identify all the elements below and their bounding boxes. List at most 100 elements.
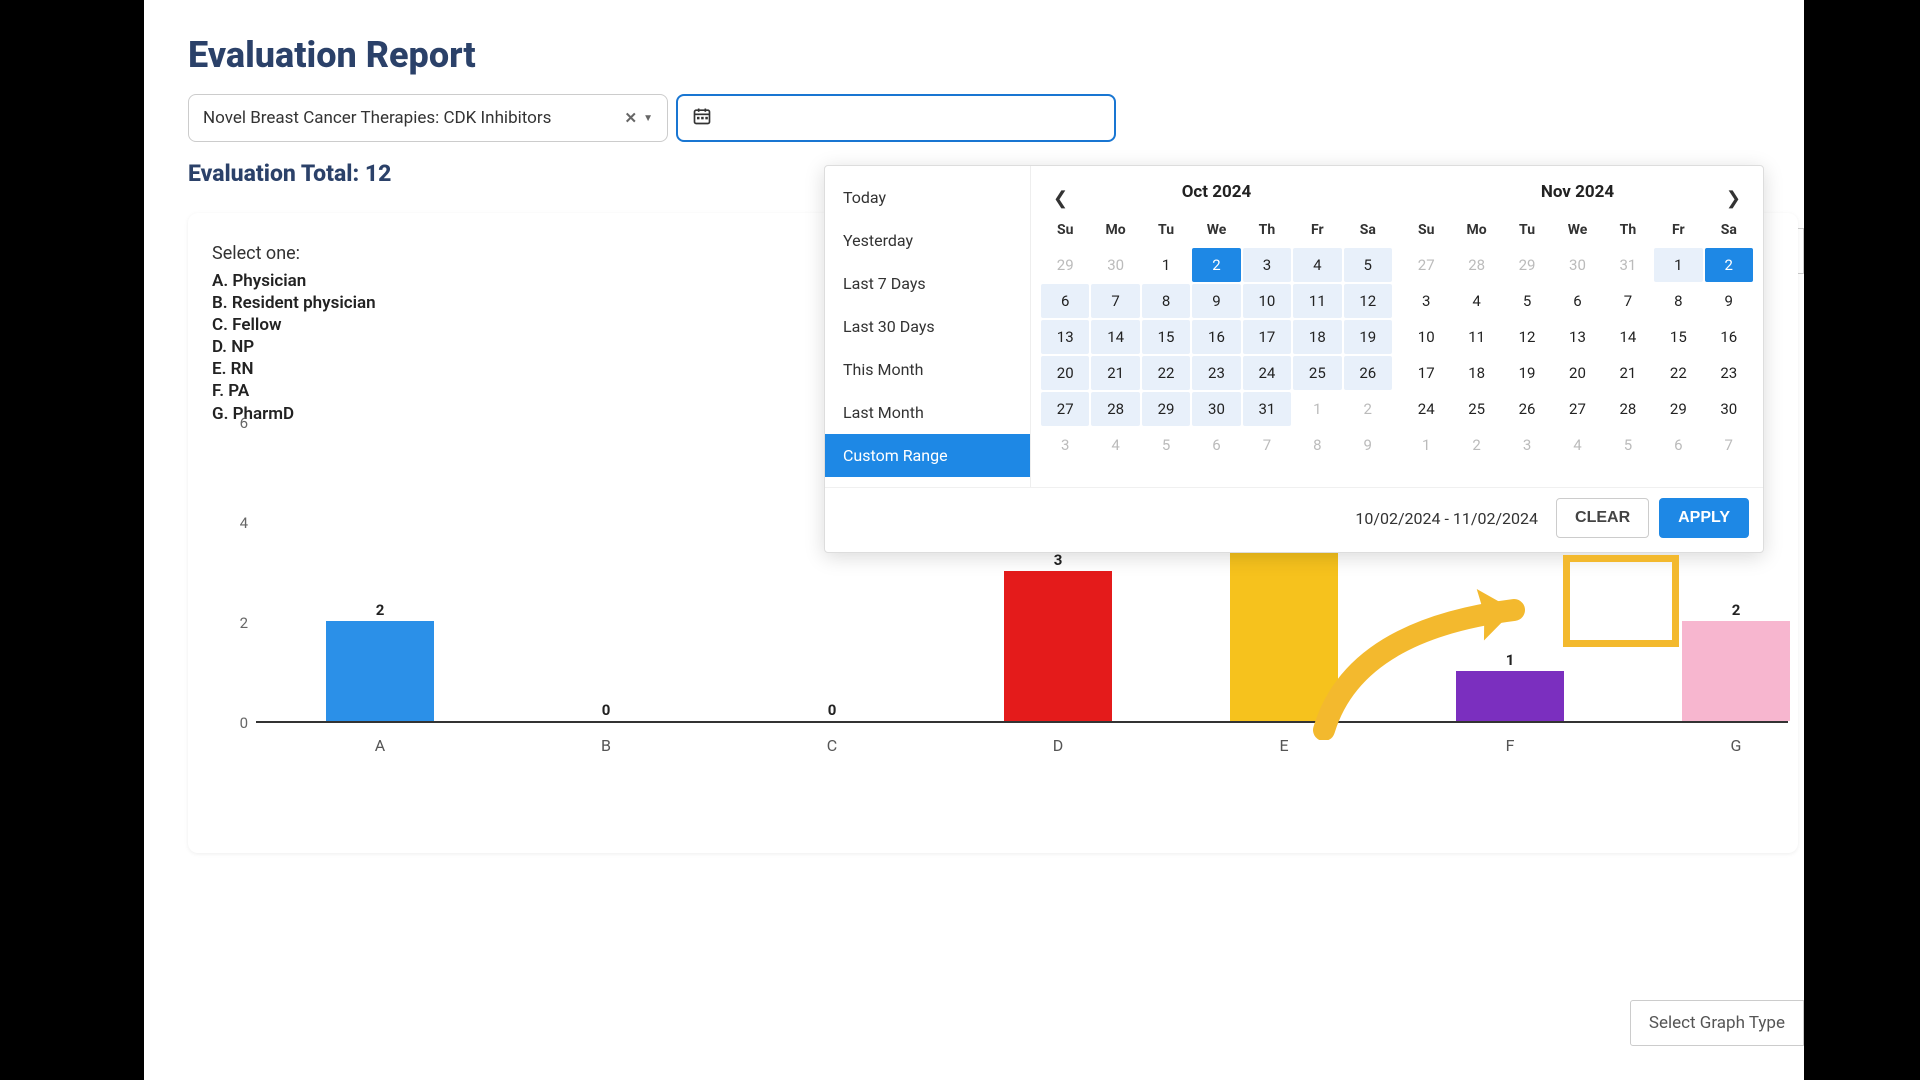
calendar-day[interactable]: 3 xyxy=(1402,284,1450,318)
calendar-day: 29 xyxy=(1503,248,1551,282)
calendar-day[interactable]: 2 xyxy=(1705,248,1753,282)
calendar-day[interactable]: 4 xyxy=(1452,284,1500,318)
calendar-day[interactable]: 13 xyxy=(1041,320,1089,354)
calendar-day[interactable]: 2 xyxy=(1192,248,1240,282)
calendar-day[interactable]: 11 xyxy=(1293,284,1341,318)
calendar-day[interactable]: 7 xyxy=(1091,284,1139,318)
calendar-day: 7 xyxy=(1243,428,1291,462)
calendar-day[interactable]: 28 xyxy=(1091,392,1139,426)
calendar-day[interactable]: 25 xyxy=(1452,392,1500,426)
topic-dropdown[interactable]: Novel Breast Cancer Therapies: CDK Inhib… xyxy=(188,94,668,142)
calendar-day: 6 xyxy=(1654,428,1702,462)
calendar-day[interactable]: 22 xyxy=(1142,356,1190,390)
calendar-day[interactable]: 27 xyxy=(1553,392,1601,426)
calendar-day[interactable]: 16 xyxy=(1705,320,1753,354)
clear-topic-icon[interactable]: ✕ xyxy=(625,109,638,127)
calendar-day[interactable]: 7 xyxy=(1604,284,1652,318)
bar-group: 0B xyxy=(552,701,660,721)
next-month-icon[interactable]: ❯ xyxy=(1718,184,1749,213)
calendar-day[interactable]: 11 xyxy=(1452,320,1500,354)
calendar-day[interactable]: 30 xyxy=(1705,392,1753,426)
bar-category: A xyxy=(326,736,434,755)
bar-category: D xyxy=(1004,736,1112,755)
date-presets: TodayYesterdayLast 7 DaysLast 30 DaysThi… xyxy=(825,166,1031,487)
calendar-day[interactable]: 31 xyxy=(1243,392,1291,426)
calendar-day: 3 xyxy=(1041,428,1089,462)
calendar-day[interactable]: 30 xyxy=(1192,392,1240,426)
calendar-dow: Fr xyxy=(1654,216,1702,246)
calendar-day[interactable]: 5 xyxy=(1344,248,1392,282)
bar xyxy=(326,621,434,721)
calendar-day[interactable]: 28 xyxy=(1604,392,1652,426)
calendar-day: 4 xyxy=(1553,428,1601,462)
calendar-day[interactable]: 29 xyxy=(1142,392,1190,426)
calendar-day[interactable]: 10 xyxy=(1402,320,1450,354)
calendar-day[interactable]: 13 xyxy=(1553,320,1601,354)
date-preset[interactable]: Today xyxy=(825,176,1030,219)
calendar-icon xyxy=(692,106,712,131)
bar-group: 2A xyxy=(326,601,434,721)
calendar-day[interactable]: 5 xyxy=(1503,284,1551,318)
calendar-day[interactable]: 12 xyxy=(1344,284,1392,318)
calendar-day[interactable]: 17 xyxy=(1243,320,1291,354)
calendar-day[interactable]: 16 xyxy=(1192,320,1240,354)
calendar-day[interactable]: 21 xyxy=(1091,356,1139,390)
bar xyxy=(1004,571,1112,721)
calendar-day[interactable]: 3 xyxy=(1243,248,1291,282)
calendar-day[interactable]: 18 xyxy=(1452,356,1500,390)
date-preset[interactable]: Last 7 Days xyxy=(825,262,1030,305)
calendar-day[interactable]: 27 xyxy=(1041,392,1089,426)
calendar-dow: Th xyxy=(1604,216,1652,246)
calendar-day[interactable]: 19 xyxy=(1344,320,1392,354)
calendar-day[interactable]: 6 xyxy=(1041,284,1089,318)
calendar-day[interactable]: 29 xyxy=(1654,392,1702,426)
calendar-day: 1 xyxy=(1293,392,1341,426)
calendar-day[interactable]: 18 xyxy=(1293,320,1341,354)
graph-type-select-bottom[interactable]: Select Graph Type xyxy=(1630,1000,1804,1046)
calendar-day[interactable]: 15 xyxy=(1654,320,1702,354)
bar-category: E xyxy=(1230,736,1338,755)
calendar-day[interactable]: 26 xyxy=(1503,392,1551,426)
calendar-day[interactable]: 1 xyxy=(1654,248,1702,282)
clear-button[interactable]: CLEAR xyxy=(1556,498,1649,538)
calendar-day[interactable]: 10 xyxy=(1243,284,1291,318)
calendar-day: 8 xyxy=(1293,428,1341,462)
calendar-day[interactable]: 23 xyxy=(1192,356,1240,390)
apply-button[interactable]: APPLY xyxy=(1659,498,1749,538)
date-range-field[interactable] xyxy=(722,109,1100,127)
calendar-day[interactable]: 1 xyxy=(1142,248,1190,282)
calendar-day[interactable]: 12 xyxy=(1503,320,1551,354)
date-preset[interactable]: This Month xyxy=(825,348,1030,391)
bar-value: 2 xyxy=(1682,601,1790,619)
calendar-day[interactable]: 23 xyxy=(1705,356,1753,390)
calendar-day[interactable]: 14 xyxy=(1604,320,1652,354)
date-range-input[interactable] xyxy=(676,94,1116,142)
calendar-day[interactable]: 25 xyxy=(1293,356,1341,390)
calendar-day[interactable]: 22 xyxy=(1654,356,1702,390)
date-preset[interactable]: Last 30 Days xyxy=(825,305,1030,348)
y-tick: 6 xyxy=(240,414,248,432)
date-preset[interactable]: Custom Range xyxy=(825,434,1030,477)
calendar-day[interactable]: 8 xyxy=(1142,284,1190,318)
calendar-day[interactable]: 15 xyxy=(1142,320,1190,354)
calendar-day: 5 xyxy=(1604,428,1652,462)
prev-month-icon[interactable]: ❮ xyxy=(1045,184,1076,213)
calendar-day[interactable]: 20 xyxy=(1553,356,1601,390)
calendar-day[interactable]: 8 xyxy=(1654,284,1702,318)
calendar-day[interactable]: 20 xyxy=(1041,356,1089,390)
calendar-day[interactable]: 24 xyxy=(1402,392,1450,426)
calendar-day: 1 xyxy=(1402,428,1450,462)
date-preset[interactable]: Yesterday xyxy=(825,219,1030,262)
calendar-day[interactable]: 4 xyxy=(1293,248,1341,282)
calendar-day[interactable]: 9 xyxy=(1192,284,1240,318)
calendar-day[interactable]: 17 xyxy=(1402,356,1450,390)
calendar-day[interactable]: 26 xyxy=(1344,356,1392,390)
calendar-day[interactable]: 19 xyxy=(1503,356,1551,390)
calendar-day[interactable]: 6 xyxy=(1553,284,1601,318)
date-preset[interactable]: Last Month xyxy=(825,391,1030,434)
calendar-day[interactable]: 21 xyxy=(1604,356,1652,390)
date-picker-popover: TodayYesterdayLast 7 DaysLast 30 DaysThi… xyxy=(824,165,1764,553)
calendar-day[interactable]: 14 xyxy=(1091,320,1139,354)
calendar-day[interactable]: 24 xyxy=(1243,356,1291,390)
calendar-day[interactable]: 9 xyxy=(1705,284,1753,318)
